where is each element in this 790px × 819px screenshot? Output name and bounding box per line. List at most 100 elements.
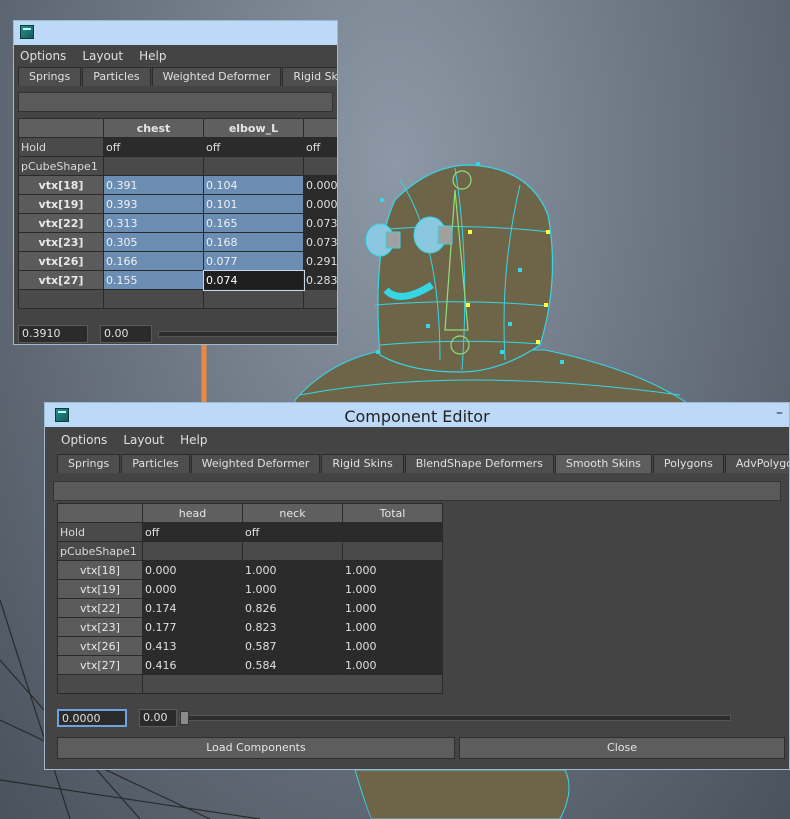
weight-cell[interactable]: 0.073 [303, 232, 337, 252]
weight-cell[interactable]: 0.291 [303, 251, 337, 271]
total-cell: 1.000 [342, 636, 443, 656]
weight-value-field[interactable]: 0.0000 [57, 709, 127, 727]
slider-value-field[interactable]: 0.00 [139, 709, 177, 727]
column-header-elbow-l[interactable]: elbow_L [203, 118, 304, 138]
tab-springs[interactable]: Springs [18, 67, 82, 86]
hold-cell[interactable]: off [303, 137, 337, 157]
weight-cell[interactable]: 0.587 [242, 636, 343, 656]
column-header-head[interactable]: head [142, 503, 243, 523]
weight-cell[interactable]: 0.166 [103, 251, 204, 271]
weight-cell-editing[interactable]: 0.074 [202, 269, 305, 291]
row-header-vtx[interactable]: vtx[18] [57, 560, 143, 580]
menu-help[interactable]: Help [180, 433, 207, 447]
toolbar-strip [53, 481, 781, 501]
hold-cell[interactable] [342, 522, 443, 542]
weight-cell[interactable]: 0.826 [242, 598, 343, 618]
weight-cell[interactable]: 0.000 [142, 579, 243, 599]
row-header-vtx[interactable]: vtx[18] [18, 175, 104, 195]
total-cell: 1.000 [342, 579, 443, 599]
minimize-button[interactable]: – [776, 405, 783, 421]
hold-label: Hold [57, 522, 143, 542]
row-header-vtx[interactable]: vtx[26] [57, 636, 143, 656]
column-header-total[interactable]: Total [342, 503, 443, 523]
weight-cell[interactable]: 0.313 [103, 213, 204, 233]
shape-row-cell [303, 156, 337, 176]
weight-cell[interactable]: 0.177 [142, 617, 243, 637]
row-header-vtx[interactable]: vtx[27] [18, 270, 104, 290]
weight-cell[interactable]: 0.000 [303, 175, 337, 195]
menu-help[interactable]: Help [139, 49, 166, 63]
hold-cell[interactable]: off [203, 137, 304, 157]
weight-cell[interactable]: 0.155 [103, 270, 204, 290]
menu-layout[interactable]: Layout [123, 433, 164, 447]
empty-cell [57, 674, 143, 694]
weight-cell[interactable]: 0.073 [303, 213, 337, 233]
tab-smooth-skins[interactable]: Smooth Skins [554, 454, 652, 473]
row-header-vtx[interactable]: vtx[27] [57, 655, 143, 675]
tab-particles[interactable]: Particles [121, 454, 190, 473]
row-header-vtx[interactable]: vtx[22] [57, 598, 143, 618]
table-row: vtx[23] 0.177 0.823 1.000 [57, 617, 443, 637]
weight-cell[interactable]: 0.000 [142, 560, 243, 580]
weight-cell[interactable]: 0.077 [203, 251, 304, 271]
weight-cell[interactable]: 0.174 [142, 598, 243, 618]
tab-weighted-deformer[interactable]: Weighted Deformer [151, 67, 282, 86]
component-editor-window: Component Editor – Options Layout Help S… [44, 402, 790, 770]
weight-cell[interactable]: 0.101 [203, 194, 304, 214]
weight-cell[interactable]: 0.413 [142, 636, 243, 656]
weight-cell[interactable]: 0.584 [242, 655, 343, 675]
weight-cell[interactable]: 0.000 [303, 194, 337, 214]
column-header-chest[interactable]: chest [103, 118, 204, 138]
weight-cell[interactable]: 1.000 [242, 560, 343, 580]
tab-springs[interactable]: Springs [57, 454, 121, 473]
column-header-3[interactable] [303, 118, 337, 138]
weight-cell[interactable]: 0.165 [203, 213, 304, 233]
weight-cell[interactable]: 0.823 [242, 617, 343, 637]
weight-cell[interactable]: 0.416 [142, 655, 243, 675]
slider-thumb[interactable] [180, 711, 189, 725]
row-header-vtx[interactable]: vtx[23] [18, 232, 104, 252]
weight-cell[interactable]: 0.391 [103, 175, 204, 195]
hold-cell[interactable]: off [103, 137, 204, 157]
weight-cell[interactable]: 0.168 [203, 232, 304, 252]
load-components-button[interactable]: Load Components [57, 737, 455, 759]
table-row: vtx[26] 0.413 0.587 1.000 [57, 636, 443, 656]
window-title: Component Editor [344, 407, 490, 426]
weight-cell[interactable]: 0.104 [203, 175, 304, 195]
weight-slider[interactable] [158, 331, 337, 337]
weight-cell[interactable]: 1.000 [242, 579, 343, 599]
weight-cell[interactable]: 0.305 [103, 232, 204, 252]
tab-particles[interactable]: Particles [82, 67, 151, 86]
menu-options[interactable]: Options [61, 433, 107, 447]
menu-layout[interactable]: Layout [82, 49, 123, 63]
table-row: vtx[19] 0.000 1.000 1.000 [57, 579, 443, 599]
empty-cell [18, 289, 104, 309]
slider-value-field[interactable]: 0.00 [100, 325, 152, 343]
tab-bar: Springs Particles Weighted Deformer Rigi… [45, 453, 789, 473]
menu-options[interactable]: Options [20, 49, 66, 63]
close-button[interactable]: Close [459, 737, 785, 759]
tab-rigid-skins[interactable]: Rigid Skins [282, 67, 337, 86]
tab-rigid-skins[interactable]: Rigid Skins [321, 454, 404, 473]
table-row: vtx[22] 0.174 0.826 1.000 [57, 598, 443, 618]
weight-cell[interactable]: 0.283 [303, 270, 337, 290]
tab-polygons[interactable]: Polygons [652, 454, 724, 473]
column-header-neck[interactable]: neck [242, 503, 343, 523]
row-header-vtx[interactable]: vtx[22] [18, 213, 104, 233]
row-header-vtx[interactable]: vtx[23] [57, 617, 143, 637]
toolbar-strip [18, 92, 333, 112]
tab-blendshape-deformers[interactable]: BlendShape Deformers [404, 454, 554, 473]
hold-cell[interactable]: off [242, 522, 343, 542]
table-row: vtx[27] 0.155 0.074 0.283 [18, 269, 337, 291]
weight-slider[interactable] [179, 711, 731, 725]
maya-app-icon [20, 25, 34, 39]
tab-weighted-deformer[interactable]: Weighted Deformer [190, 454, 321, 473]
weight-cell[interactable]: 0.393 [103, 194, 204, 214]
value-bar: 0.3910 0.00 [18, 325, 337, 343]
row-header-vtx[interactable]: vtx[26] [18, 251, 104, 271]
hold-cell[interactable]: off [142, 522, 243, 542]
row-header-vtx[interactable]: vtx[19] [18, 194, 104, 214]
row-header-vtx[interactable]: vtx[19] [57, 579, 143, 599]
tab-advpolygons[interactable]: AdvPolygons [724, 454, 789, 473]
weight-value-field[interactable]: 0.3910 [18, 325, 88, 343]
